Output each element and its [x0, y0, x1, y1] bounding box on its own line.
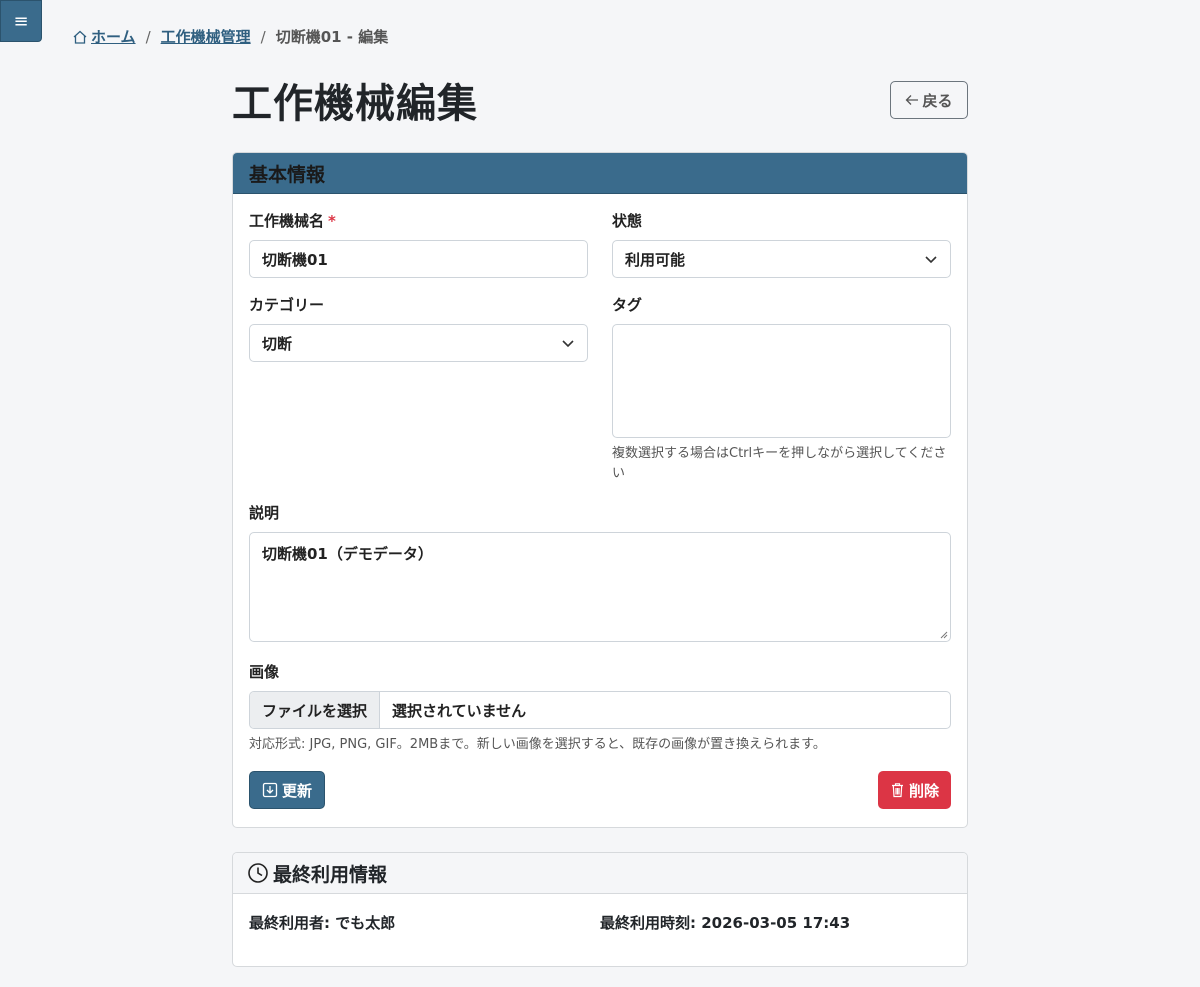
breadcrumb-machine-mgmt-link[interactable]: 工作機械管理 — [161, 26, 251, 47]
description-value: 切断機01（デモデータ） — [262, 545, 433, 563]
main-container: 工作機械編集 戻る 基本情報 工作機械名 * 切断機01 状態 利用可能 カテゴ… — [232, 70, 968, 967]
menu-toggle-button[interactable]: ≡ — [0, 0, 42, 42]
image-label: 画像 — [249, 663, 280, 681]
basic-info-header: 基本情報 — [233, 153, 967, 194]
chevron-down-icon — [925, 256, 937, 264]
breadcrumb-current: 切断機01 - 編集 — [275, 28, 389, 46]
choose-file-button[interactable]: ファイルを選択 — [250, 692, 381, 728]
last-user: 最終利用者: でも太郎 — [249, 914, 396, 932]
description-textarea[interactable]: 切断機01（デモデータ） — [249, 532, 951, 642]
save-icon — [262, 782, 278, 798]
resize-grip-icon[interactable] — [940, 631, 948, 639]
file-status: 選択されていません — [392, 701, 527, 720]
delete-button-label: 削除 — [908, 781, 939, 800]
page-title: 工作機械編集 — [232, 81, 478, 127]
basic-info-card: 基本情報 工作機械名 * 切断機01 状態 利用可能 カテゴリー 切断 タグ 複… — [232, 152, 968, 828]
tag-help-text: 複数選択する場合はCtrlキーを押しながら選択してください — [612, 446, 947, 481]
status-select[interactable]: 利用可能 — [612, 240, 951, 278]
update-button[interactable]: 更新 — [249, 771, 326, 809]
back-button-label: 戻る — [922, 91, 953, 110]
category-label: カテゴリー — [249, 296, 325, 314]
last-use-card: 最終利用情報 最終利用者: でも太郎 最終利用時刻: 2026-03-05 17… — [232, 852, 968, 967]
delete-button[interactable]: 削除 — [877, 771, 951, 809]
home-icon — [73, 30, 87, 44]
back-button[interactable]: 戻る — [890, 81, 968, 119]
description-label: 説明 — [249, 504, 280, 522]
breadcrumb: ホーム / 工作機械管理 / 切断機01 - 編集 — [72, 26, 388, 47]
breadcrumb-separator: / — [145, 27, 151, 46]
breadcrumb-home-label: ホーム — [91, 28, 136, 46]
breadcrumb-separator: / — [260, 27, 266, 46]
update-button-label: 更新 — [282, 781, 313, 800]
last-use-header: 最終利用情報 — [233, 853, 967, 894]
machine-name-value: 切断機01 — [262, 250, 328, 269]
image-file-input[interactable]: ファイルを選択 選択されていません — [249, 691, 951, 729]
chevron-down-icon — [562, 340, 574, 348]
arrow-left-icon — [906, 95, 919, 105]
trash-icon — [891, 783, 903, 798]
machine-name-label-text: 工作機械名 — [249, 212, 325, 230]
image-help-text: 対応形式: JPG, PNG, GIF。2MBまで。新しい画像を選択すると、既存… — [249, 737, 826, 752]
last-use-time: 最終利用時刻: 2026-03-05 17:43 — [600, 914, 851, 932]
status-value: 利用可能 — [625, 250, 686, 269]
category-select[interactable]: 切断 — [249, 324, 588, 362]
category-value: 切断 — [262, 334, 293, 353]
machine-name-label: 工作機械名 * — [249, 210, 588, 231]
tag-label: タグ — [612, 296, 643, 314]
menu-icon: ≡ — [13, 10, 29, 32]
page-header: 工作機械編集 戻る — [232, 70, 968, 130]
clock-icon — [248, 863, 268, 883]
last-use-header-text: 最終利用情報 — [273, 863, 388, 886]
machine-name-input[interactable]: 切断機01 — [249, 240, 588, 278]
breadcrumb-home-link[interactable]: ホーム — [72, 26, 136, 47]
tag-multi-select[interactable] — [612, 324, 951, 438]
status-label: 状態 — [612, 212, 643, 230]
required-mark: * — [328, 212, 336, 230]
